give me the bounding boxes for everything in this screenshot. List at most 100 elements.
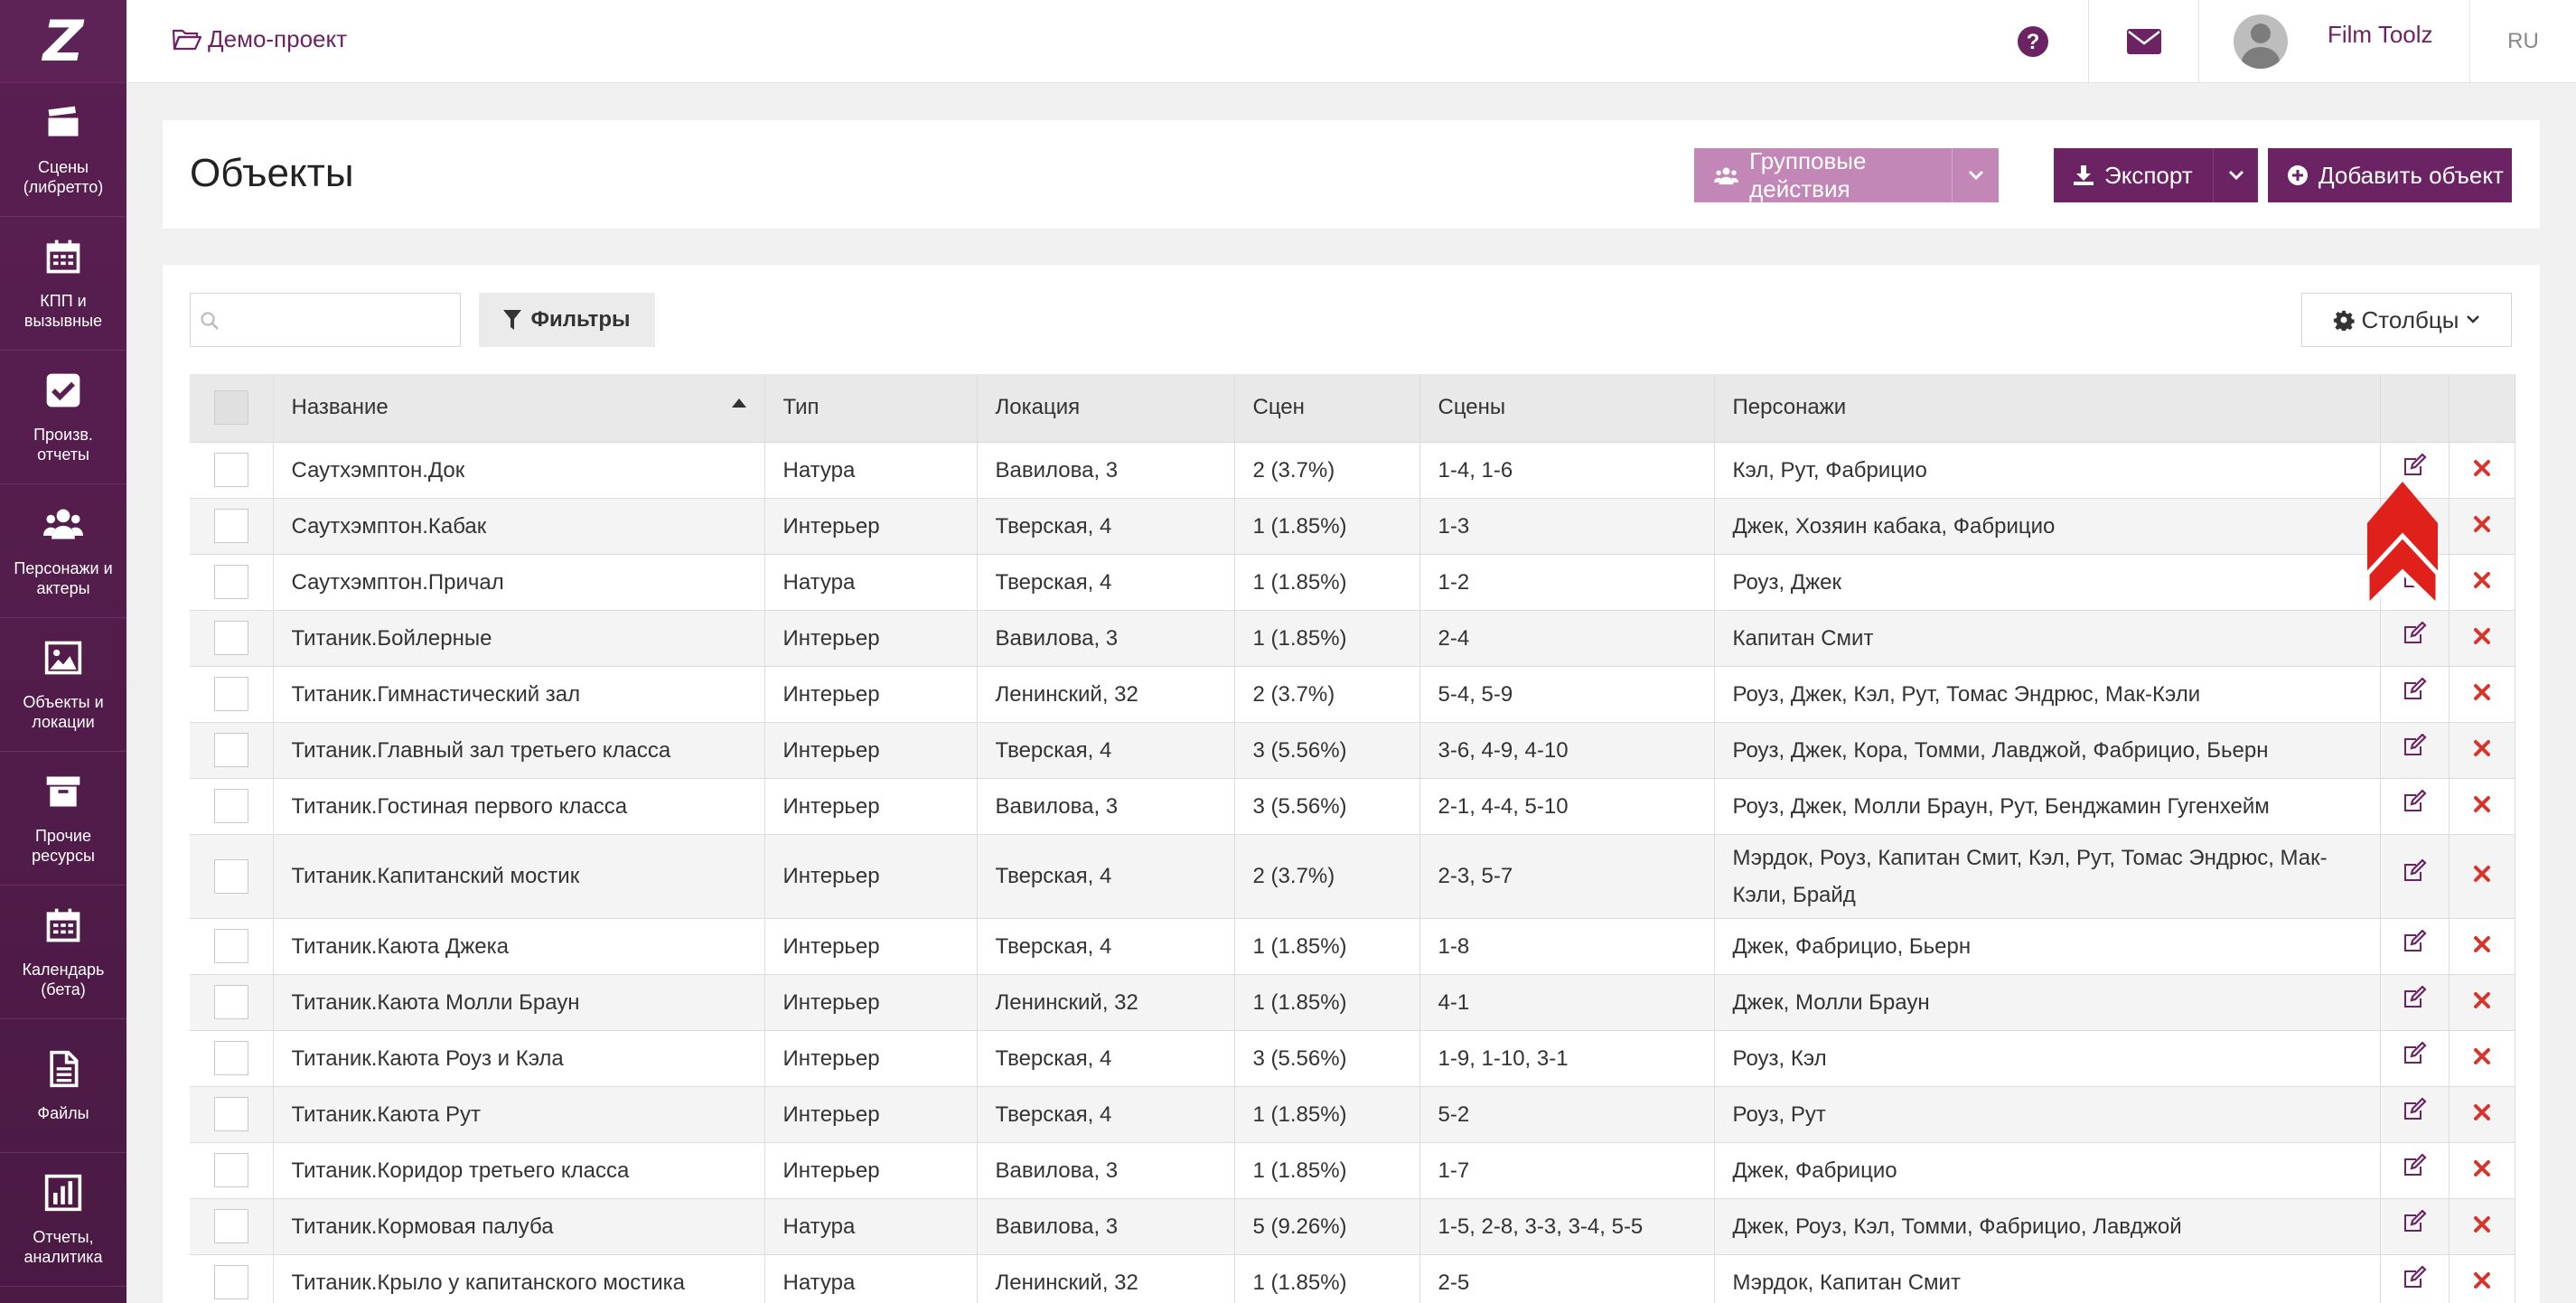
column-header-scenes[interactable]: Сцены — [1419, 374, 1715, 442]
edit-icon[interactable] — [2402, 620, 2427, 645]
delete-icon[interactable] — [2473, 459, 2491, 477]
column-header-name[interactable]: Название — [273, 374, 765, 442]
delete-icon[interactable] — [2473, 1215, 2491, 1233]
table-row[interactable]: Титаник.Гимнастический зал Интерьер Ленинс… — [190, 666, 2515, 722]
table-row[interactable]: Титаник.Главный зал третьего класса Интер… — [190, 722, 2515, 778]
sidebar-item-calendar[interactable]: Календарь (бета) — [0, 886, 126, 1019]
row-checkbox[interactable] — [213, 453, 248, 487]
table-row[interactable]: Титаник.Каюта Джека Интерьер Тверская, 41 … — [190, 918, 2515, 974]
cell-name: Титаник.Крыло у капитанского мостика — [273, 1254, 765, 1303]
edit-icon[interactable] — [2402, 1265, 2427, 1289]
row-checkbox[interactable] — [213, 929, 248, 963]
sidebar-item-reports[interactable]: Произв. отчеты — [0, 351, 126, 484]
delete-icon[interactable] — [2473, 683, 2491, 701]
cell-scene-count: 1 (1.85%) — [1234, 918, 1420, 974]
table-row[interactable]: Титаник.Каюта Молли Браун Интерьер Ленинск… — [190, 974, 2515, 1030]
edit-icon[interactable] — [2402, 1152, 2427, 1177]
group-actions-dropdown-toggle[interactable] — [1952, 148, 1999, 202]
search-field[interactable] — [190, 293, 461, 347]
export-dropdown-toggle[interactable] — [2213, 148, 2258, 202]
select-all-checkbox[interactable] — [213, 390, 248, 426]
row-checkbox[interactable] — [213, 677, 248, 711]
column-header-scene-count[interactable]: Сцен — [1234, 374, 1420, 442]
sidebar-item-resources[interactable]: Прочие ресурсы — [0, 752, 126, 886]
sidebar-item-files[interactable]: Файлы — [0, 1019, 126, 1153]
edit-icon[interactable] — [2402, 788, 2427, 813]
edit-icon[interactable] — [2402, 928, 2427, 953]
edit-icon[interactable] — [2402, 676, 2427, 701]
sidebar-item-analytics[interactable]: Отчеты, аналитика — [0, 1153, 126, 1287]
row-checkbox[interactable] — [213, 509, 248, 543]
delete-icon[interactable] — [2473, 1271, 2491, 1289]
table-row[interactable]: Титаник.Бойлерные Интерьер Вавилова, 31 (1… — [190, 610, 2515, 666]
help-button[interactable]: ? — [1978, 0, 2088, 83]
sidebar-item-label: Календарь (бета) — [22, 960, 105, 998]
columns-button[interactable]: Столбцы — [2301, 293, 2512, 347]
row-checkbox[interactable] — [213, 621, 248, 655]
edit-icon[interactable] — [2402, 1040, 2427, 1065]
delete-icon[interactable] — [2473, 1047, 2491, 1065]
delete-cell — [2449, 1198, 2515, 1254]
edit-icon[interactable] — [2402, 984, 2427, 1009]
row-checkbox[interactable] — [213, 733, 248, 767]
app-logo[interactable]: Z — [0, 0, 126, 83]
chevron-down-icon — [2467, 315, 2480, 323]
delete-icon[interactable] — [2473, 935, 2491, 953]
table-row[interactable]: Титаник.Каюта Рут Интерьер Тверская, 41 (1… — [190, 1086, 2515, 1142]
messages-button[interactable] — [2088, 0, 2198, 83]
row-checkbox[interactable] — [213, 1097, 248, 1131]
cell-characters: Джек, Фабрицио, Бьерн — [1714, 918, 2381, 974]
table-row[interactable]: Титаник.Крыло у капитанского мостика Нату… — [190, 1254, 2515, 1303]
delete-icon[interactable] — [2473, 515, 2491, 533]
row-checkbox[interactable] — [213, 858, 248, 894]
table-row[interactable]: Титаник.Каюта Роуз и Кэла Интерьер Тверска… — [190, 1030, 2515, 1086]
row-checkbox[interactable] — [213, 565, 248, 599]
cell-scenes: 1-9, 1-10, 3-1 — [1419, 1030, 1715, 1086]
row-checkbox[interactable] — [213, 985, 248, 1019]
checkbox-icon — [46, 373, 80, 407]
delete-icon[interactable] — [2473, 1159, 2491, 1177]
add-object-button[interactable]: Добавить объект — [2268, 148, 2512, 202]
row-checkbox[interactable] — [213, 789, 248, 823]
row-checkbox[interactable] — [213, 1153, 248, 1187]
table-row[interactable]: Титаник.Капитанский мостик Интерьер Тверск… — [190, 834, 2515, 918]
cell-scenes: 1-5, 2-8, 3-3, 3-4, 5-5 — [1419, 1198, 1715, 1254]
language-switch[interactable]: RU — [2469, 0, 2576, 83]
delete-icon[interactable] — [2473, 795, 2491, 813]
edit-icon[interactable] — [2402, 1096, 2427, 1121]
delete-icon[interactable] — [2473, 865, 2491, 883]
edit-icon[interactable] — [2402, 1208, 2427, 1233]
delete-icon[interactable] — [2473, 739, 2491, 757]
filters-button[interactable]: Фильтры — [479, 293, 655, 347]
edit-icon[interactable] — [2402, 452, 2427, 477]
table-row[interactable]: Титаник.Гостиная первого класса Интерьер В… — [190, 778, 2515, 834]
archive-icon — [46, 776, 80, 806]
table-row[interactable]: Саутхэмптон.Причал Натура Тверская, 41 (1.… — [190, 554, 2515, 610]
edit-icon[interactable] — [2402, 858, 2427, 883]
sidebar-item-scenes[interactable]: Сцены (либретто) — [0, 83, 126, 217]
delete-icon[interactable] — [2473, 571, 2491, 589]
row-checkbox[interactable] — [213, 1265, 248, 1300]
breadcrumb-project[interactable]: Демо-проект — [172, 25, 347, 53]
column-header-location[interactable]: Локация — [977, 374, 1235, 442]
search-input[interactable] — [191, 294, 460, 346]
sidebar-item-schedule[interactable]: КПП и вызывные — [0, 217, 126, 351]
row-checkbox[interactable] — [213, 1041, 248, 1075]
group-actions-button[interactable]: Групповые действия — [1694, 147, 1999, 202]
table-row[interactable]: Саутхэмптон.Док Натура Вавилова, 32 (3.7%)… — [190, 442, 2515, 498]
delete-icon[interactable] — [2473, 991, 2491, 1009]
column-header-characters[interactable]: Персонажи — [1714, 374, 2381, 442]
sidebar-item-locations[interactable]: Объекты и локации — [0, 618, 126, 752]
table-row[interactable]: Саутхэмптон.Кабак Интерьер Тверская, 41 (1… — [190, 498, 2515, 554]
row-checkbox[interactable] — [213, 1209, 248, 1243]
sidebar-item-characters[interactable]: Персонажи и актеры — [0, 484, 126, 618]
table-row[interactable]: Титаник.Кормовая палуба Натура Вавилова, 3… — [190, 1198, 2515, 1254]
export-button[interactable]: Экспорт — [2054, 148, 2258, 202]
cell-name: Саутхэмптон.Док — [273, 442, 765, 498]
edit-icon[interactable] — [2402, 732, 2427, 757]
column-header-type[interactable]: Тип — [764, 374, 978, 442]
user-menu[interactable]: Film Toolz — [2198, 0, 2469, 83]
table-row[interactable]: Титаник.Коридор третьего класса Интерьер В… — [190, 1142, 2515, 1198]
delete-icon[interactable] — [2473, 1103, 2491, 1121]
delete-icon[interactable] — [2473, 627, 2491, 645]
